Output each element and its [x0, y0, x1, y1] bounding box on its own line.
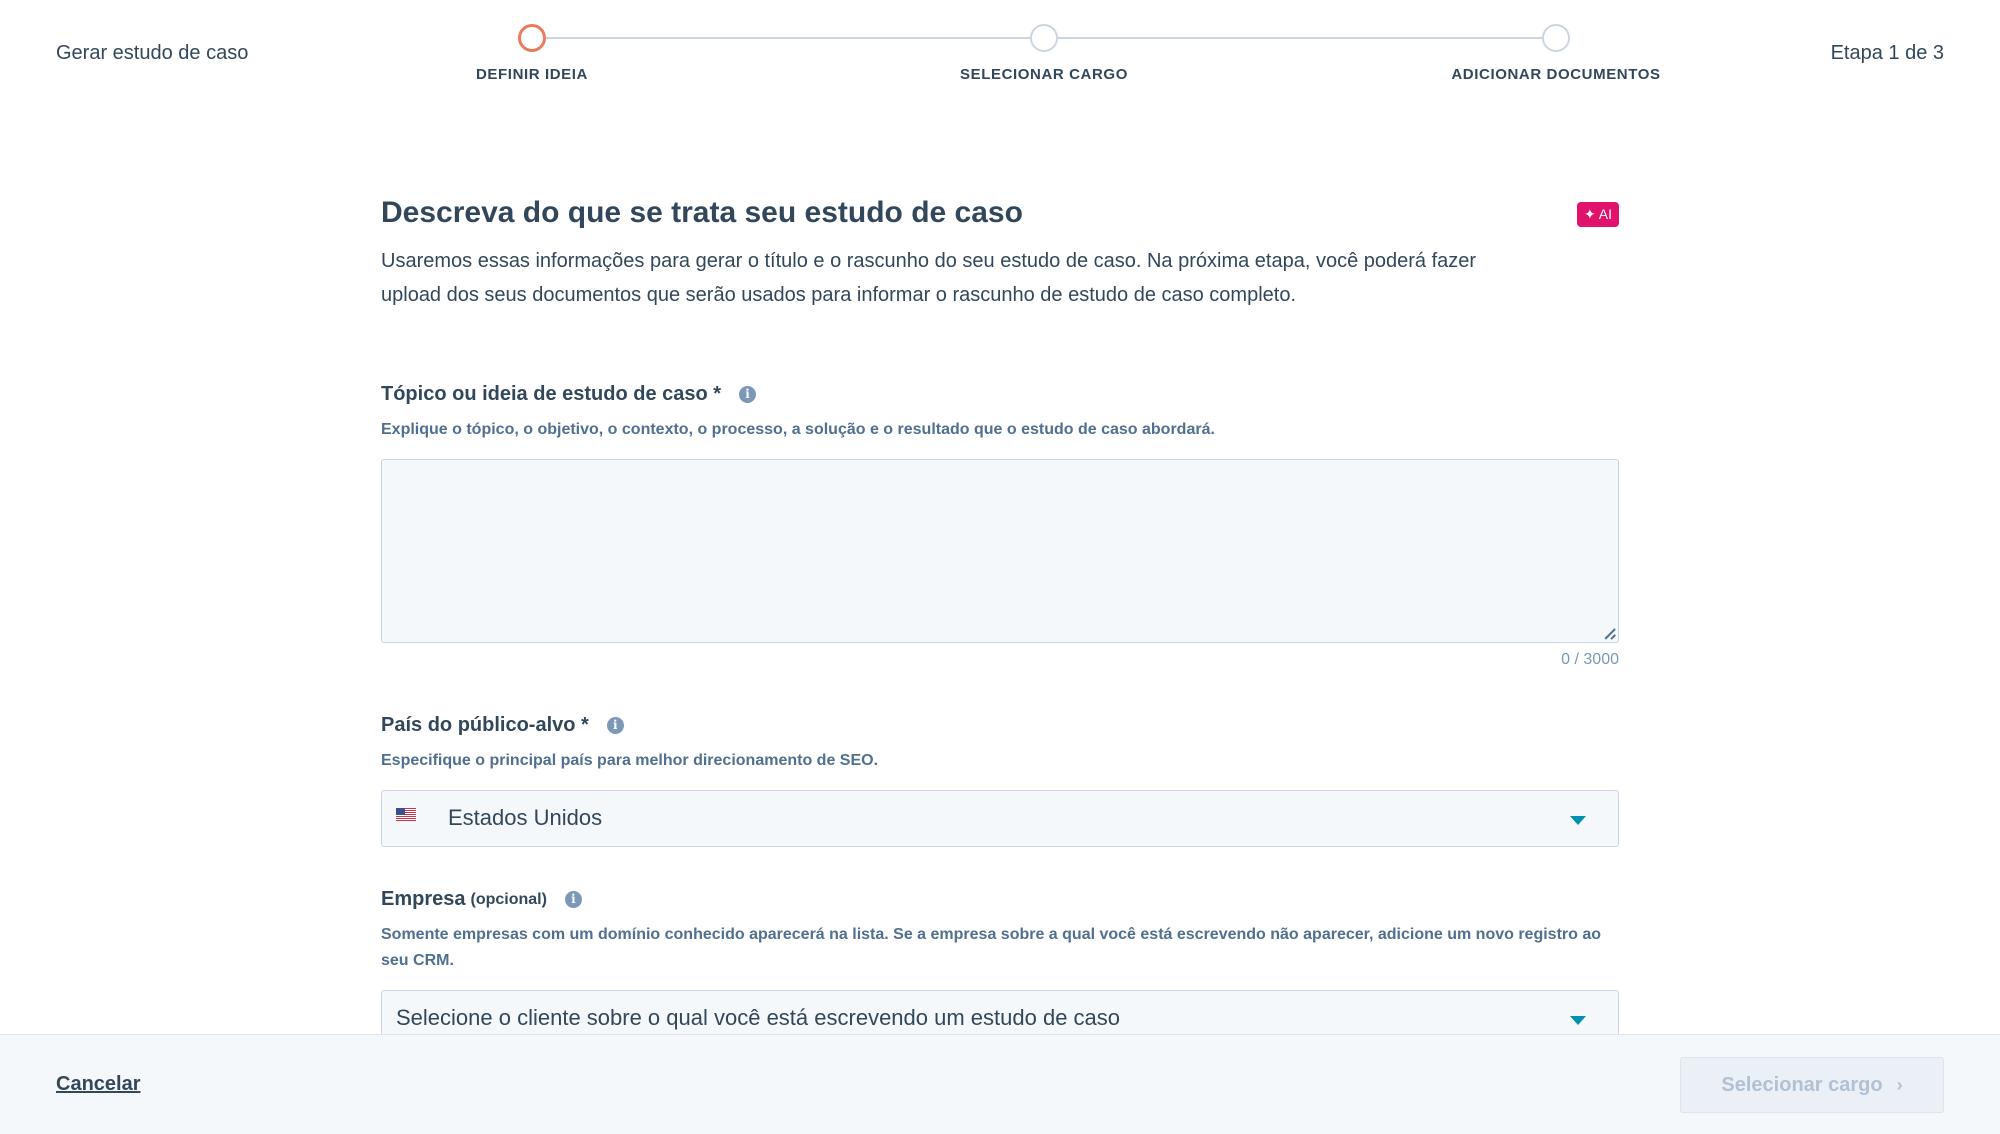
topic-label: Tópico ou ideia de estudo de caso * — [381, 383, 722, 405]
country-label: País do público-alvo * — [381, 714, 589, 736]
resize-handle-icon[interactable] — [1603, 627, 1615, 639]
ai-badge: ✦ AI — [1577, 202, 1619, 227]
company-select-placeholder: Selecione o cliente sobre o qual você es… — [396, 1005, 1121, 1030]
step-2-label: SELECIONAR CARGO — [960, 66, 1128, 83]
country-selected-value: Estados Unidos — [448, 805, 603, 830]
intro-text: Usaremos essas informações para gerar o … — [381, 250, 1477, 306]
page-title: Descreva do que se trata seu estudo de c… — [381, 196, 1023, 229]
topic-field: Tópico ou ideia de estudo de caso * i Ex… — [381, 383, 1619, 669]
ai-badge-label: AI — [1598, 206, 1612, 222]
chevron-right-icon: › — [1896, 1074, 1903, 1095]
stepper-line — [1044, 37, 1556, 39]
title-row: Descreva do que se trata seu estudo de c… — [381, 190, 1619, 230]
step-1-indicator — [518, 24, 546, 52]
country-field: País do público-alvo * i Especifique o p… — [381, 714, 1619, 847]
flow-title: Gerar estudo de caso — [56, 42, 249, 64]
wizard-header: Gerar estudo de caso DEFINIR IDEIA SELEC… — [0, 0, 2000, 110]
chevron-down-icon — [1570, 816, 1586, 825]
company-field: Empresa (opcional) i Somente empresas co… — [381, 888, 1619, 1047]
company-help: Somente empresas com um domínio conhecid… — [381, 926, 1602, 969]
sparkle-icon: ✦ — [1584, 206, 1596, 222]
optional-tag: (opcional) — [470, 890, 547, 908]
next-step-button[interactable]: Selecionar cargo › — [1680, 1057, 1944, 1113]
step-1-label: DEFINIR IDEIA — [476, 66, 588, 83]
country-label-row: País do público-alvo * i — [381, 714, 1619, 737]
step-counter: Etapa 1 de 3 — [1830, 42, 1944, 64]
char-count: 0 / 3000 — [1561, 651, 1619, 668]
main-content: Descreva do que se trata seu estudo de c… — [381, 190, 1619, 1047]
step-3-indicator — [1542, 24, 1570, 52]
cancel-button[interactable]: Cancelar — [56, 1073, 141, 1096]
step-2-indicator — [1030, 24, 1058, 52]
step-3-label: ADICIONAR DOCUMENTOS — [1451, 66, 1661, 83]
company-label-row: Empresa (opcional) i — [381, 888, 1619, 911]
topic-help: Explique o tópico, o objetivo, o context… — [381, 421, 1215, 438]
topic-textarea[interactable] — [381, 459, 1619, 643]
chevron-down-icon — [1570, 1016, 1586, 1025]
topic-label-row: Tópico ou ideia de estudo de caso * i — [381, 383, 1619, 406]
company-label: Empresa — [381, 888, 466, 910]
stepper-line — [532, 37, 1044, 39]
next-step-label: Selecionar cargo — [1721, 1073, 1883, 1096]
info-icon[interactable]: i — [739, 386, 757, 403]
wizard-footer: Cancelar Selecionar cargo › — [0, 1034, 2000, 1134]
info-icon[interactable]: i — [564, 891, 582, 908]
country-help: Especifique o principal país para melhor… — [381, 752, 879, 769]
country-select[interactable]: Estados Unidos — [381, 790, 1619, 847]
info-icon[interactable]: i — [606, 717, 624, 734]
us-flag-icon — [396, 808, 416, 821]
